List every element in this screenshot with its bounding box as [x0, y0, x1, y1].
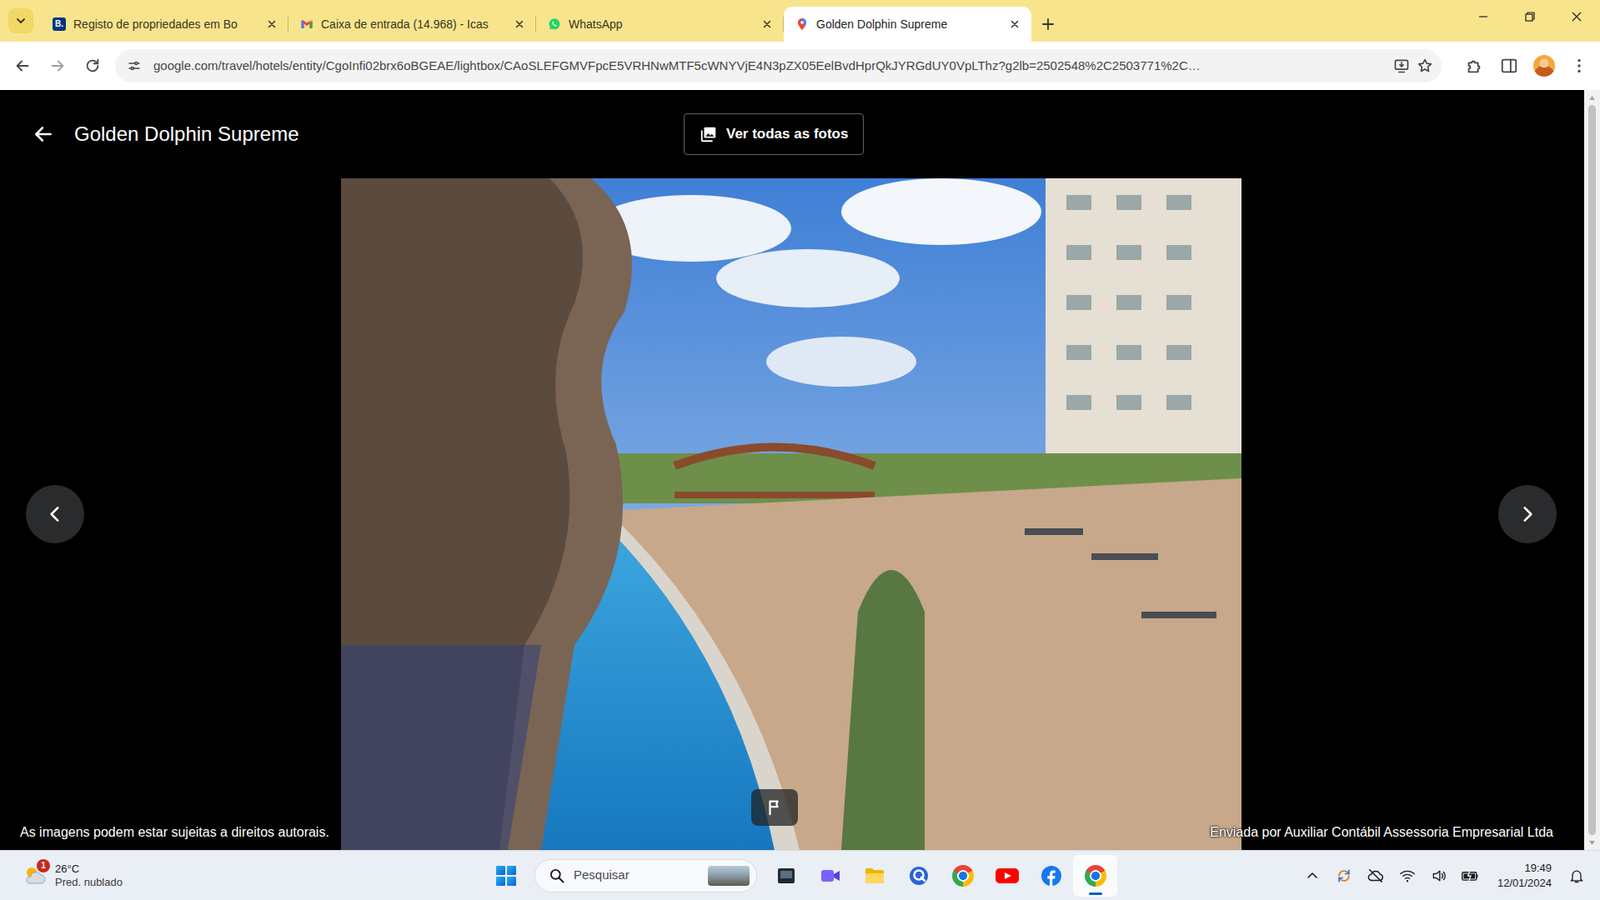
- scrollbar-thumb[interactable]: [1588, 105, 1596, 836]
- taskbar-app[interactable]: [896, 855, 941, 898]
- start-button[interactable]: [483, 855, 528, 898]
- search-label: Pesquisar: [573, 866, 700, 886]
- previous-photo-button[interactable]: [25, 485, 85, 544]
- clock-date: 12/01/2024: [1497, 876, 1552, 892]
- back-arrow-icon[interactable]: [30, 121, 56, 147]
- forward-arrow-icon[interactable]: [41, 50, 74, 82]
- facebook-app-icon: [1039, 864, 1064, 888]
- uploader-credit: Enviada por Auxiliar Contábil Assessoria…: [1209, 822, 1554, 843]
- next-photo-button[interactable]: [1498, 485, 1557, 544]
- taskbar-app[interactable]: [984, 855, 1029, 898]
- tab-list: B. Registo de propriedades em Bo Caixa de …: [40, 6, 1032, 42]
- menu-dots-icon[interactable]: [1563, 50, 1595, 82]
- battery-icon[interactable]: [1457, 859, 1485, 893]
- travel-favicon-icon: [795, 17, 809, 31]
- tab-title: Registo de propriedades em Bo: [73, 15, 256, 34]
- taskview-app-icon: [775, 865, 798, 888]
- chrome-app-icon: [1084, 865, 1107, 888]
- copyright-note: As imagens podem estar sujeitas a direit…: [20, 822, 330, 843]
- clock[interactable]: 19:49 12/01/2024: [1489, 861, 1559, 891]
- window-controls: [1459, 0, 1600, 42]
- report-flag-button[interactable]: [751, 789, 798, 827]
- volume-icon[interactable]: [1425, 859, 1453, 893]
- hidden-icons-chevron-icon[interactable]: [1299, 859, 1326, 893]
- tab-title: Golden Dolphin Supreme: [816, 15, 999, 34]
- profile-avatar-icon: [1533, 55, 1555, 77]
- view-all-label: Ver todas as fotos: [726, 123, 848, 146]
- taskbar-app[interactable]: [940, 855, 985, 898]
- tab-title: WhatsApp: [568, 15, 752, 34]
- close-tab-icon[interactable]: [263, 15, 281, 33]
- profile-button[interactable]: [1528, 50, 1560, 82]
- taskbar-app[interactable]: [763, 855, 808, 898]
- notifications-icon[interactable]: [1563, 859, 1590, 893]
- extensions-icon[interactable]: [1458, 50, 1490, 82]
- address-bar[interactable]: google.com/travel/hotels/entity/CgoInfi0…: [115, 49, 1442, 83]
- tab-title: Caixa de entrada (14.968) - Icas: [321, 15, 504, 34]
- tab-search-button[interactable]: [0, 0, 41, 42]
- sync-icon[interactable]: [1330, 859, 1358, 893]
- scroll-down-icon[interactable]: [1588, 837, 1596, 849]
- bookmark-star-icon[interactable]: [1416, 57, 1434, 75]
- chevron-down-icon: [8, 8, 34, 34]
- site-settings-icon[interactable]: [121, 53, 147, 79]
- taskbar-app[interactable]: [1028, 855, 1074, 898]
- clock-time: 19:49: [1524, 861, 1552, 877]
- hotel-photo: [341, 178, 1242, 851]
- taskbar-app[interactable]: [807, 855, 853, 898]
- meet-app-icon: [818, 864, 843, 888]
- side-panel-icon[interactable]: [1493, 50, 1525, 82]
- youtube-app-icon: [994, 866, 1020, 887]
- close-tab-icon[interactable]: [758, 15, 776, 33]
- browser-toolbar: google.com/travel/hotels/entity/CgoInfi0…: [0, 41, 1600, 91]
- vertical-scrollbar[interactable]: [1584, 90, 1600, 851]
- circle-app-icon: [907, 864, 931, 888]
- explorer-app-icon: [862, 864, 887, 888]
- cloud-icon[interactable]: [1362, 859, 1390, 893]
- weather-widget[interactable]: 1 26°C Pred. nublado: [0, 862, 484, 889]
- taskbar-search[interactable]: Pesquisar: [534, 859, 758, 893]
- close-tab-icon[interactable]: [1006, 15, 1024, 33]
- search-highlight-image: [707, 866, 750, 887]
- install-app-icon[interactable]: [1393, 57, 1410, 75]
- browser-tab[interactable]: B. Registo de propriedades em Bo: [40, 6, 289, 42]
- windows-taskbar: 1 26°C Pred. nublado Pesquisar 19:49 12/…: [0, 850, 1600, 900]
- wifi-icon[interactable]: [1394, 859, 1421, 893]
- browser-tab[interactable]: Caixa de entrada (14.968) - Icas: [288, 6, 537, 42]
- booking-favicon-icon: B.: [52, 17, 66, 31]
- tab-strip: B. Registo de propriedades em Bo Caixa de …: [0, 0, 1600, 42]
- weather-condition: Pred. nublado: [55, 876, 123, 890]
- restore-icon[interactable]: [1506, 0, 1554, 34]
- taskbar-app[interactable]: [852, 855, 897, 898]
- scroll-up-icon[interactable]: [1588, 91, 1596, 104]
- hotel-title: Golden Dolphin Supreme: [74, 119, 300, 150]
- close-window-icon[interactable]: [1553, 0, 1600, 34]
- view-all-photos-button[interactable]: Ver todas as fotos: [683, 113, 864, 156]
- search-icon: [548, 867, 566, 885]
- back-arrow-icon[interactable]: [6, 50, 39, 82]
- minimize-icon[interactable]: [1459, 0, 1507, 34]
- close-tab-icon[interactable]: [511, 15, 528, 33]
- whatsapp-favicon-icon: [547, 17, 562, 31]
- taskbar-app[interactable]: [1073, 855, 1118, 898]
- temperature: 26°C: [55, 862, 123, 877]
- gmail-favicon-icon: [300, 17, 314, 31]
- chrome-app-icon: [952, 865, 974, 888]
- weather-badge: 1: [36, 859, 51, 873]
- new-tab-button[interactable]: [1031, 6, 1065, 42]
- browser-tab[interactable]: Golden Dolphin Supreme: [783, 6, 1032, 42]
- photo-lightbox: Golden Dolphin Supreme Ver todas as foto…: [0, 90, 1600, 851]
- reload-icon[interactable]: [76, 50, 109, 82]
- browser-tab[interactable]: WhatsApp: [536, 6, 784, 42]
- photos-icon: [699, 125, 718, 144]
- url-text[interactable]: google.com/travel/hotels/entity/CgoInfi0…: [153, 56, 1387, 76]
